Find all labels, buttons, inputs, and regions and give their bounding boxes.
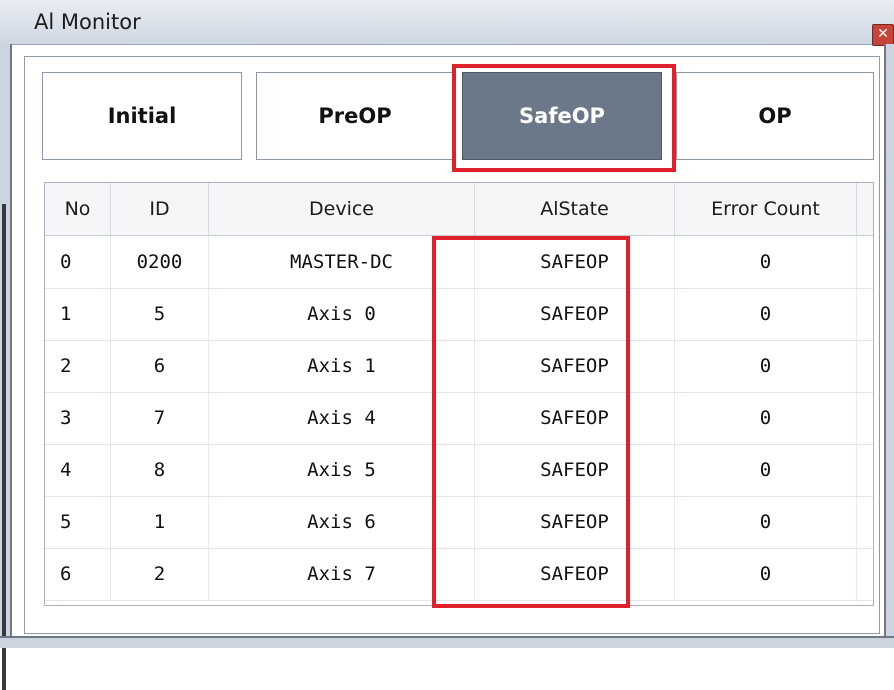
- column-header-alstate[interactable]: AlState: [475, 183, 675, 235]
- window-frame-bottom: [0, 636, 894, 648]
- initial-state-button[interactable]: Initial: [42, 72, 242, 160]
- cell-empty: [857, 444, 873, 496]
- cell-empty: [857, 548, 873, 600]
- cell-empty: [857, 392, 873, 444]
- close-icon[interactable]: ✕: [872, 24, 894, 46]
- cell-empty: [857, 496, 873, 548]
- cell-no: 6: [45, 548, 111, 600]
- cell-no: 2: [45, 340, 111, 392]
- cell-id: 5: [111, 288, 209, 340]
- window-title: Al Monitor: [34, 10, 141, 34]
- cell-no: 1: [45, 288, 111, 340]
- alstate-column-highlight-box: [432, 236, 630, 608]
- title-bar[interactable]: Al Monitor ✕: [0, 0, 894, 46]
- cell-error-count: 0: [675, 288, 857, 340]
- cell-id: 7: [111, 392, 209, 444]
- al-monitor-window: Al Monitor ✕ Initial PreOP SafeOP OP No …: [0, 0, 894, 690]
- cell-id: 1: [111, 496, 209, 548]
- cell-error-count: 0: [675, 392, 857, 444]
- cell-error-count: 0: [675, 444, 857, 496]
- cell-id: 8: [111, 444, 209, 496]
- safeop-highlight-box: [452, 64, 676, 172]
- cell-error-count: 0: [675, 340, 857, 392]
- cell-empty: [857, 236, 873, 288]
- cell-error-count: 0: [675, 236, 857, 288]
- cell-empty: [857, 340, 873, 392]
- cell-no: 4: [45, 444, 111, 496]
- window-frame-right: [884, 44, 894, 646]
- cell-id: 2: [111, 548, 209, 600]
- column-header-device[interactable]: Device: [209, 183, 475, 235]
- cell-no: 5: [45, 496, 111, 548]
- cell-empty: [857, 288, 873, 340]
- column-header-error-count[interactable]: Error Count: [675, 183, 857, 235]
- table-header: No ID Device AlState Error Count: [45, 183, 873, 236]
- window-frame-left: [0, 44, 12, 690]
- cell-no: 0: [45, 236, 111, 288]
- cell-id: 0200: [111, 236, 209, 288]
- column-header-id[interactable]: ID: [111, 183, 209, 235]
- column-header-no[interactable]: No: [45, 183, 111, 235]
- cell-id: 6: [111, 340, 209, 392]
- cell-error-count: 0: [675, 548, 857, 600]
- cell-no: 3: [45, 392, 111, 444]
- preop-state-button[interactable]: PreOP: [256, 72, 454, 160]
- cell-error-count: 0: [675, 496, 857, 548]
- op-state-button[interactable]: OP: [676, 72, 874, 160]
